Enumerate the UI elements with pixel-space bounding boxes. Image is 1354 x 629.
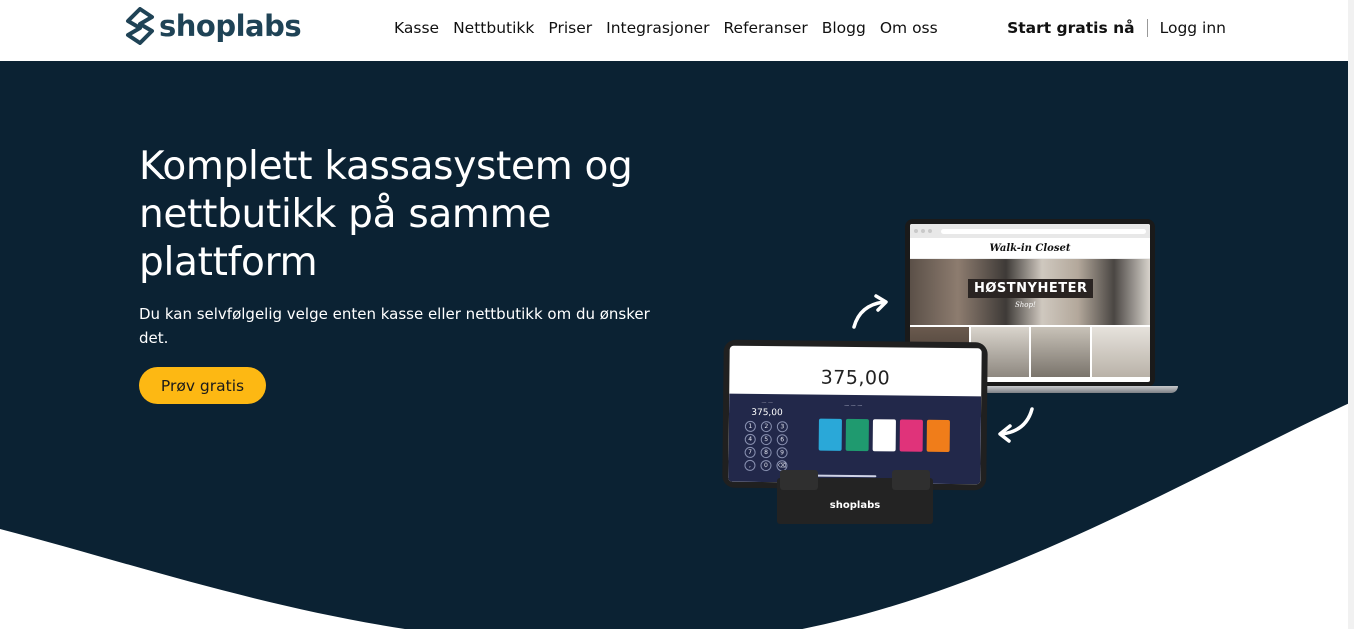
keypad-key: , xyxy=(744,459,756,471)
nav-referanser[interactable]: Referanser xyxy=(723,19,807,37)
nav-integrasjoner[interactable]: Integrasjoner xyxy=(606,19,709,37)
webshop-banner-subtitle: Shop! xyxy=(1015,301,1036,309)
hero-section: Komplett kassasystem og nettbutikk på sa… xyxy=(0,61,1354,629)
home-indicator xyxy=(816,474,877,478)
nav-blogg[interactable]: Blogg xyxy=(822,19,866,37)
keypad-key: 8 xyxy=(760,447,772,459)
payment-tile xyxy=(845,418,869,452)
stand-brand: shoplabs xyxy=(829,499,881,511)
pos-keypad: — — 375,00 1 2 3 4 5 6 7 8 9 , 0 ⌫ xyxy=(736,400,797,472)
product-illustration: Walk-in Closet HØSTNYHETER Shop! 3 75,00 … xyxy=(720,216,1190,526)
keypad-key: 5 xyxy=(760,434,772,446)
hero-subtext: Du kan selvfølgelig velge enten kasse el… xyxy=(139,305,650,347)
start-free-link[interactable]: Start gratis nå xyxy=(1007,19,1135,37)
webshop-banner-title: HØSTNYHETER xyxy=(968,279,1094,298)
nav-priser[interactable]: Priser xyxy=(548,19,592,37)
keypad-key: 4 xyxy=(744,433,756,445)
keypad-key: 9 xyxy=(776,447,788,459)
nav-nettbutikk[interactable]: Nettbutikk xyxy=(453,19,534,37)
keypad-amount: 375,00 xyxy=(751,407,783,419)
browser-bar xyxy=(910,224,1150,238)
keypad-key: 2 xyxy=(760,421,772,433)
login-link[interactable]: Logg inn xyxy=(1160,19,1226,37)
webshop-brand: Walk-in Closet xyxy=(989,242,1071,254)
webshop-banner: HØSTNYHETER Shop! xyxy=(910,259,1150,325)
pos-payment-panel: — — 375,00 1 2 3 4 5 6 7 8 9 , 0 ⌫ — — — xyxy=(728,393,982,485)
nav-om-oss[interactable]: Om oss xyxy=(880,19,938,37)
keypad-key: 0 xyxy=(760,460,772,472)
payment-tile xyxy=(872,419,896,452)
pos-amount: 375,00 xyxy=(820,366,891,390)
nav-divider xyxy=(1146,19,1148,37)
payment-method-label: — — — xyxy=(844,402,863,410)
payment-tile xyxy=(926,419,950,452)
pos-tablet: 375,00 — — 375,00 1 2 3 4 5 6 7 8 9 , 0 … xyxy=(722,339,988,491)
keypad-key: 1 xyxy=(744,420,756,432)
keypad-key: 6 xyxy=(776,434,788,446)
site-header: shoplabs Kasse Nettbutikk Priser Integra… xyxy=(0,0,1354,61)
main-nav: Kasse Nettbutikk Priser Integrasjoner Re… xyxy=(394,19,952,37)
keypad-key: 7 xyxy=(744,446,756,458)
payment-tile xyxy=(818,418,842,451)
shoplabs-logo[interactable]: shoplabs xyxy=(125,7,302,45)
sync-arrow-down-icon xyxy=(998,407,1034,443)
keypad-key: 3 xyxy=(776,421,788,433)
nav-kasse[interactable]: Kasse xyxy=(394,19,439,37)
try-free-button[interactable]: Prøv gratis xyxy=(139,367,266,404)
hero-headline: Komplett kassasystem og nettbutikk på sa… xyxy=(139,144,633,285)
tablet-stand: shoplabs xyxy=(777,470,933,524)
sync-arrow-up-icon xyxy=(852,294,888,329)
shoplabs-logo-icon xyxy=(126,7,154,45)
webshop-nav: Walk-in Closet xyxy=(910,238,1150,259)
payment-tile xyxy=(899,419,923,452)
payment-method-tiles xyxy=(818,418,950,452)
page-scrollbar[interactable] xyxy=(1348,0,1354,629)
account-nav: Start gratis nå Logg inn xyxy=(1007,19,1226,37)
brand-name: shoplabs xyxy=(159,9,302,43)
